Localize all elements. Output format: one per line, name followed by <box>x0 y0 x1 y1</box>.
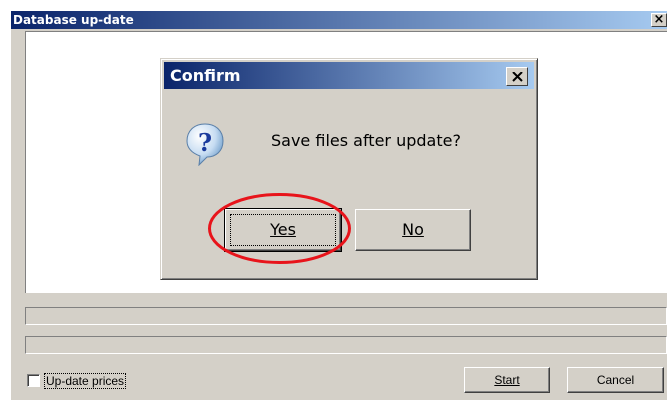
window-close-button[interactable]: × <box>651 13 667 27</box>
start-button[interactable]: Start <box>464 367 550 393</box>
confirm-title: Confirm <box>170 66 241 85</box>
highlight-annotation-ellipse <box>208 193 351 264</box>
update-prices-checkbox[interactable] <box>27 374 40 387</box>
question-icon: ? <box>186 123 224 166</box>
confirm-titlebar[interactable]: Confirm <box>164 62 534 89</box>
close-icon: × <box>653 12 665 27</box>
window-title: Database up-date <box>13 13 134 27</box>
progress-bar-secondary <box>25 336 667 354</box>
svg-text:?: ? <box>198 128 212 157</box>
no-button-label: No <box>402 220 424 239</box>
cancel-button[interactable]: Cancel <box>567 367 664 393</box>
window-titlebar[interactable]: Database up-date × <box>11 11 667 29</box>
confirm-close-button[interactable] <box>506 67 528 86</box>
start-button-label: Start <box>494 373 520 387</box>
update-prices-label[interactable]: Up-date prices <box>44 373 127 389</box>
confirm-message: Save files after update? <box>271 131 461 150</box>
no-button[interactable]: No <box>355 209 471 251</box>
close-icon <box>512 72 523 82</box>
progress-bar-primary <box>25 307 667 325</box>
